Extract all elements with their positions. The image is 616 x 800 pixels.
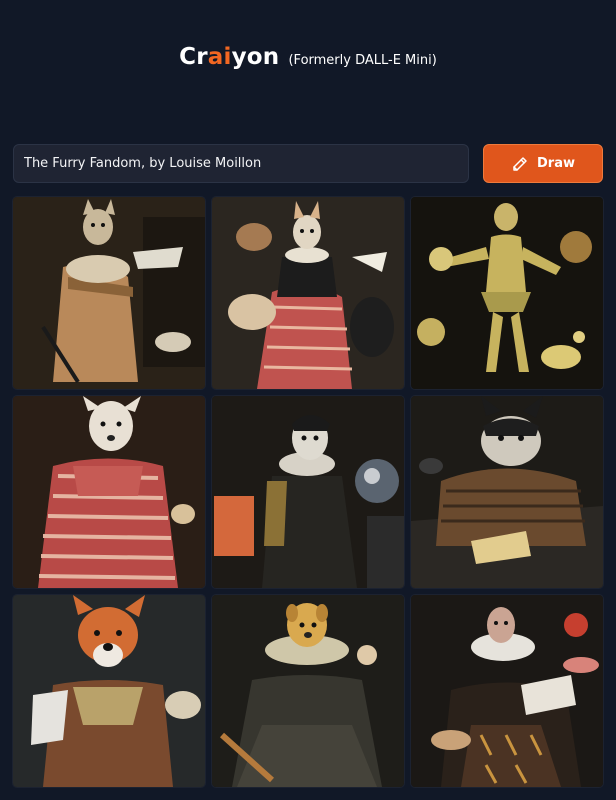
result-image-9[interactable] [411,595,603,787]
result-image-5[interactable] [212,396,404,588]
draw-button[interactable]: Draw [483,144,603,183]
draw-button-label: Draw [537,156,575,171]
result-image-1[interactable] [13,197,205,389]
result-image-4[interactable] [13,396,205,588]
brand-header: Craiyon (Formerly DALL-E Mini) [0,44,616,70]
result-image-8[interactable] [212,595,404,787]
craiyon-logo[interactable]: Craiyon [179,44,279,70]
result-image-6[interactable] [411,396,603,588]
pencil-icon [511,155,529,173]
logo-subtitle: (Formerly DALL-E Mini) [288,53,437,68]
page: Craiyon (Formerly DALL-E Mini) Draw [0,0,616,800]
result-image-7[interactable] [13,595,205,787]
results-grid [13,197,603,787]
result-image-3[interactable] [411,197,603,389]
prompt-input[interactable] [13,144,469,183]
result-image-2[interactable] [212,197,404,389]
